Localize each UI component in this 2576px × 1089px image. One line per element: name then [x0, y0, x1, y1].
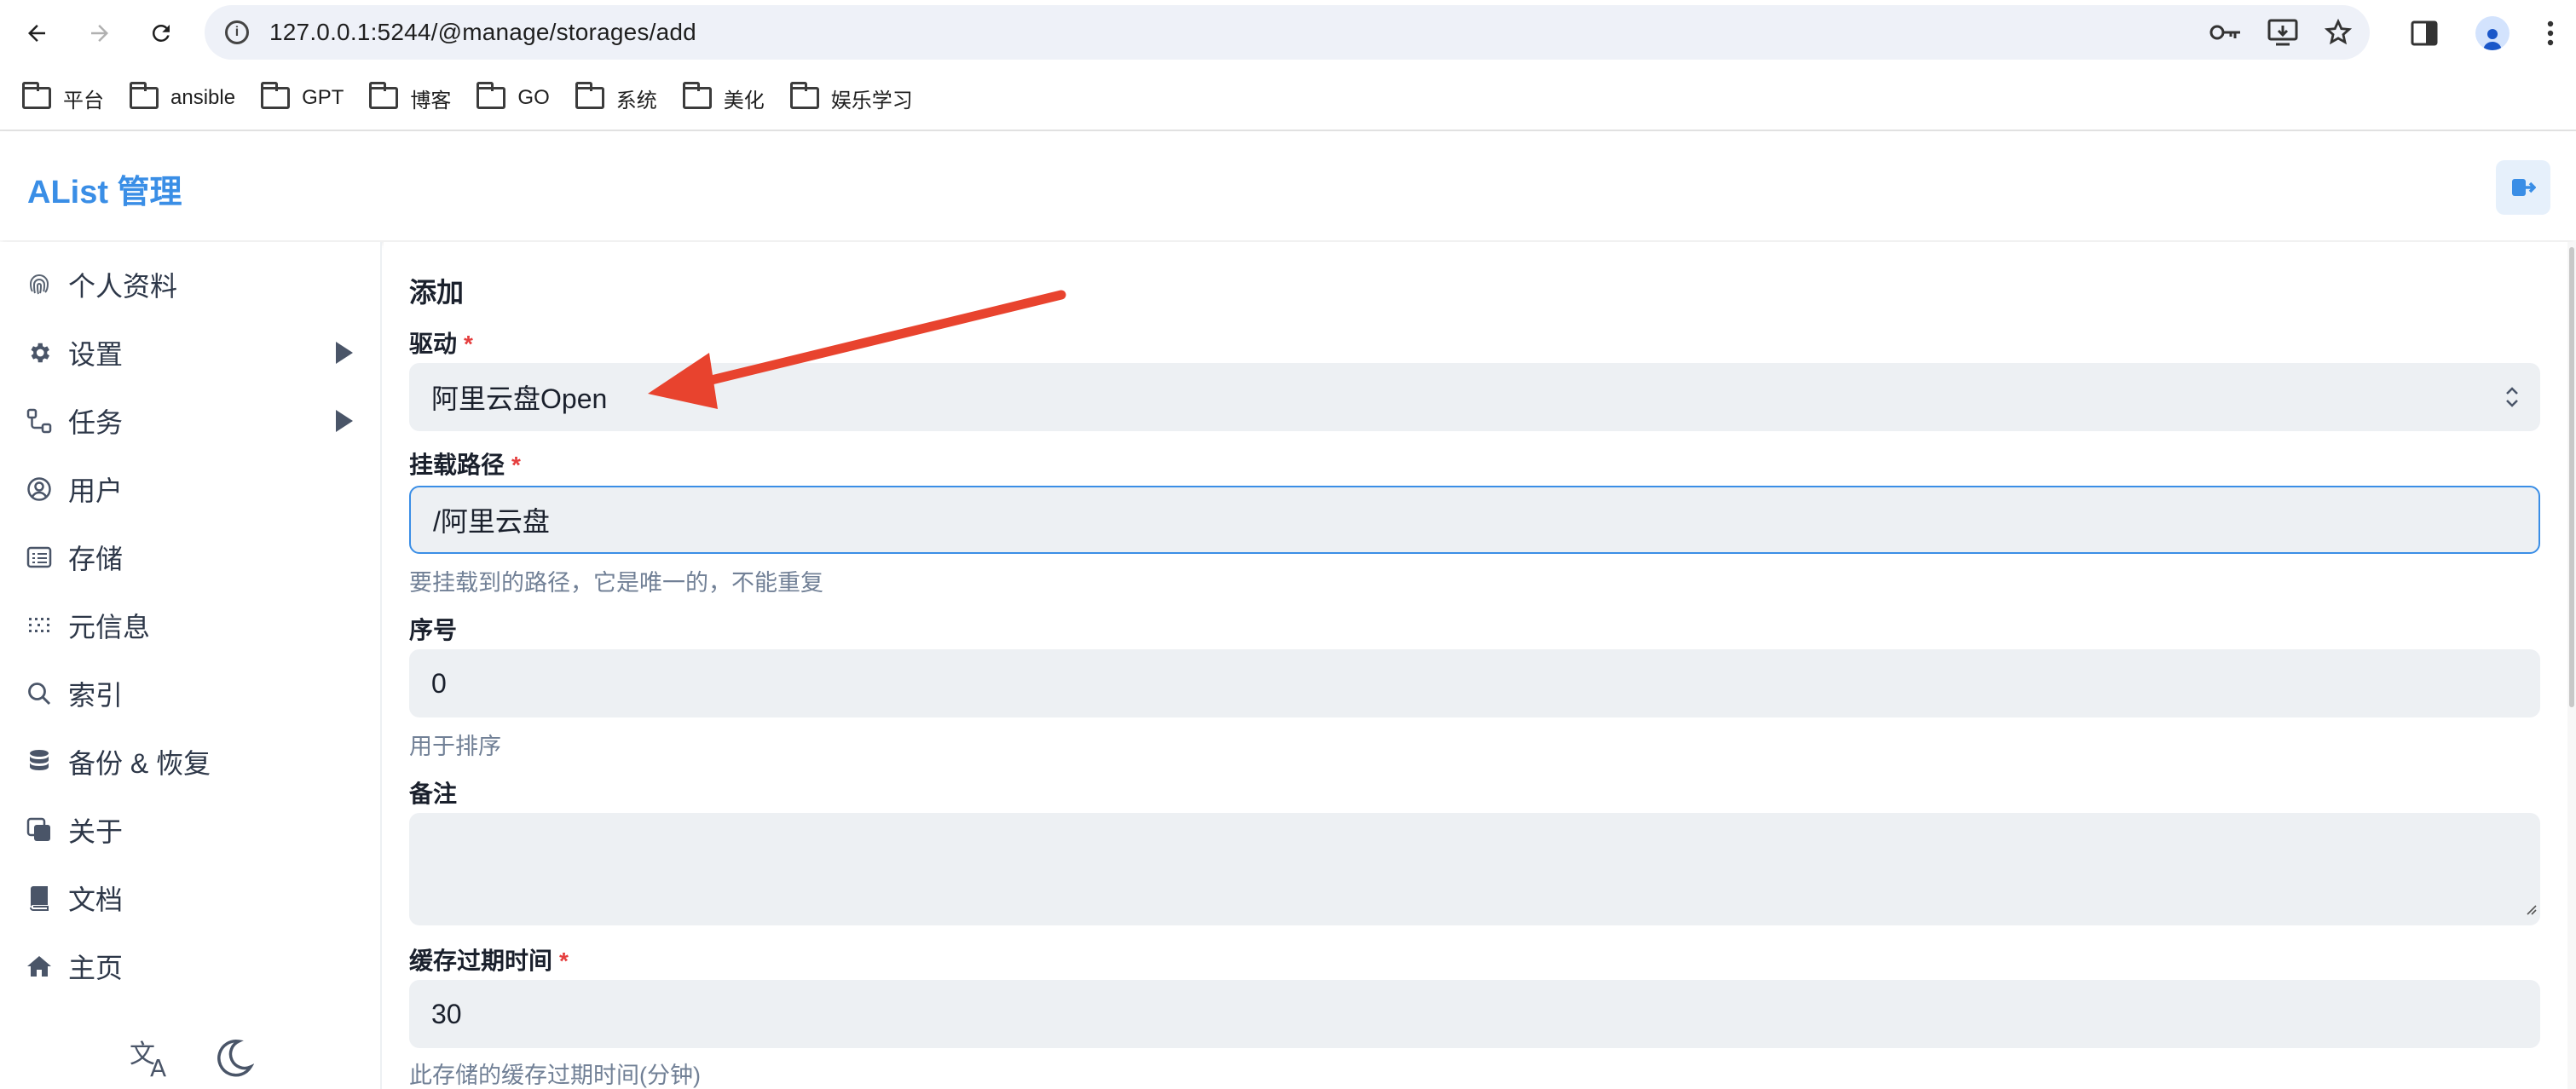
bookmark-folder[interactable]: GPT — [261, 82, 344, 110]
sidebar-item-about[interactable]: 关于 — [26, 804, 367, 856]
svg-text:A: A — [150, 1054, 166, 1080]
reload-icon — [152, 24, 170, 42]
sidebar-item-tasks[interactable]: 任务 — [26, 395, 367, 447]
folder-icon — [130, 82, 159, 109]
copy-icon — [26, 816, 53, 844]
sidebar-item-label: 设置 — [68, 339, 124, 370]
select-chevron-icon — [2504, 385, 2520, 409]
scrollbar-thumb[interactable] — [2569, 247, 2574, 707]
sidebar-item-label: 关于 — [68, 816, 124, 847]
moon-icon[interactable] — [213, 1038, 254, 1079]
sidebar-item-label: 索引 — [68, 680, 124, 711]
folder-icon — [789, 82, 819, 109]
order-label: 序号 — [409, 617, 458, 643]
order-input[interactable]: 0 — [409, 649, 2540, 717]
search-icon — [26, 680, 53, 707]
sidebar-item-settings[interactable]: 设置 — [26, 327, 367, 378]
sidebar-item-backup-restore[interactable]: 备份 & 恢复 — [26, 736, 367, 787]
sidebar-footer: 文A — [0, 1028, 382, 1089]
arrow-right-icon — [91, 25, 108, 42]
sidebar-item-label: 个人资料 — [68, 271, 178, 302]
required-mark: * — [559, 948, 569, 974]
fingerprint-icon — [26, 271, 53, 298]
expand-arrow-icon[interactable] — [336, 342, 353, 364]
sidebar-item-label: 备份 & 恢复 — [68, 748, 211, 779]
sidebar-item-label: 文档 — [68, 884, 124, 915]
bookmark-folder[interactable]: 博客 — [369, 82, 451, 113]
sidebar-item-meta[interactable]: 元信息 — [26, 600, 367, 651]
bookmark-folder[interactable]: 平台 — [22, 82, 104, 113]
remark-textarea[interactable] — [409, 813, 2540, 925]
grid-dots-icon — [26, 612, 53, 639]
bookmark-folder[interactable]: 美化 — [682, 82, 765, 113]
bookmark-folder[interactable]: 娱乐学习 — [789, 82, 913, 113]
storage-icon — [26, 544, 53, 571]
side-panel-icon[interactable] — [2411, 20, 2438, 46]
forward-button[interactable] — [72, 5, 128, 61]
bookmarks-bar: 平台 ansible GPT 博客 GO 系统 美化 娱乐学习 — [0, 66, 2576, 130]
address-bar[interactable]: i 127.0.0.1:5244/@manage/storages/add — [205, 5, 2370, 60]
sidebar: 个人资料 设置 任务 用户 存储 元信息 索引 备份 & 恢复 关于 文档 主页… — [0, 242, 382, 1089]
folder-icon — [682, 82, 712, 109]
book-icon — [26, 884, 53, 912]
home-icon — [26, 953, 53, 980]
remark-label: 备注 — [409, 781, 458, 807]
bookmark-folder[interactable]: ansible — [130, 82, 235, 110]
mount-path-label: 挂载路径 * — [409, 452, 521, 478]
url-text: 127.0.0.1:5244/@manage/storages/add — [269, 19, 696, 45]
app-header: AList 管理 — [0, 131, 2576, 240]
expand-arrow-icon[interactable] — [336, 410, 353, 432]
mount-path-helper: 要挂载到的路径，它是唯一的，不能重复 — [409, 570, 823, 596]
bookmark-folder[interactable]: GO — [477, 82, 550, 110]
bookmark-folder[interactable]: 系统 — [575, 82, 657, 113]
user-circle-icon — [26, 475, 53, 503]
required-mark: * — [464, 331, 473, 357]
translate-icon[interactable]: 文A — [128, 1037, 176, 1080]
sidebar-item-label: 元信息 — [68, 612, 151, 642]
order-helper: 用于排序 — [409, 734, 501, 759]
key-icon[interactable] — [2209, 22, 2242, 43]
sidebar-item-profile[interactable]: 个人资料 — [26, 259, 367, 310]
sidebar-item-label: 用户 — [68, 475, 124, 506]
sidebar-item-home[interactable]: 主页 — [26, 941, 367, 992]
sidebar-item-label: 存储 — [68, 544, 124, 574]
profile-avatar[interactable] — [2475, 16, 2510, 50]
sidebar-item-indexes[interactable]: 索引 — [26, 668, 367, 719]
app-title[interactable]: AList 管理 — [27, 165, 182, 212]
folder-icon — [261, 82, 291, 109]
database-icon — [26, 748, 53, 775]
sidebar-item-docs[interactable]: 文档 — [26, 873, 367, 924]
star-icon[interactable] — [2324, 18, 2353, 47]
main-scrollbar[interactable] — [2567, 242, 2576, 1089]
resize-grip-icon[interactable] — [2521, 890, 2537, 922]
reload-button[interactable] — [133, 5, 189, 61]
sidebar-item-storages[interactable]: 存储 — [26, 532, 367, 583]
driver-select[interactable]: 阿里云盘Open — [409, 363, 2540, 431]
logout-icon — [2512, 179, 2536, 196]
cache-expiration-label: 缓存过期时间 * — [409, 948, 569, 974]
sidebar-item-label: 任务 — [68, 407, 124, 438]
folder-icon — [369, 82, 399, 109]
back-button[interactable] — [9, 5, 65, 61]
arrow-left-icon — [28, 25, 45, 42]
install-app-icon[interactable] — [2267, 19, 2298, 46]
driver-label: 驱动 * — [409, 331, 473, 357]
browser-toolbar: i 127.0.0.1:5244/@manage/storages/add — [0, 0, 2576, 66]
folder-icon — [575, 82, 604, 109]
logout-button[interactable] — [2496, 160, 2550, 215]
main-content: 添加 驱动 * 阿里云盘Open 挂载路径 * /阿里云盘 要挂载到的路径，它是唯一… — [384, 242, 2576, 1089]
required-mark: * — [511, 452, 521, 478]
page-title: 添加 — [409, 277, 465, 308]
folder-icon — [477, 82, 506, 109]
cache-expiration-input[interactable]: 30 — [409, 980, 2540, 1048]
folder-icon — [22, 82, 51, 109]
cache-expiration-helper: 此存储的缓存过期时间(分钟) — [409, 1063, 701, 1088]
site-info-icon[interactable]: i — [225, 20, 249, 44]
more-menu-icon[interactable] — [2547, 20, 2554, 46]
sidebar-item-label: 主页 — [68, 953, 124, 983]
mount-path-input[interactable]: /阿里云盘 — [409, 486, 2540, 554]
workflow-icon — [26, 407, 53, 435]
sidebar-item-users[interactable]: 用户 — [26, 464, 367, 515]
gear-icon — [26, 339, 53, 366]
